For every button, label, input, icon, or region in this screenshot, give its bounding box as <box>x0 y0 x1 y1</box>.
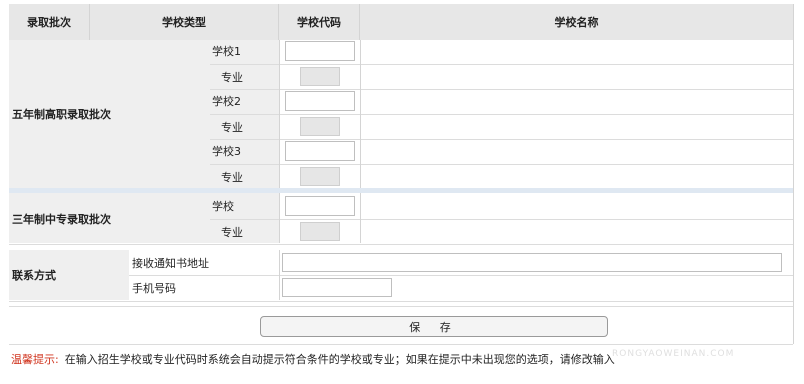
watermark-sub: RONGYAOWEINAN.COM <box>612 349 735 359</box>
header-type: 学校类型 <box>90 4 279 40</box>
type-school-3: 学校3 <box>212 145 241 158</box>
major-1-code-input[interactable] <box>300 67 340 86</box>
header-type-label: 学校类型 <box>162 16 206 29</box>
row-divider <box>210 114 793 115</box>
table-right-border <box>793 4 794 344</box>
row-divider <box>9 306 793 307</box>
header-batch-label: 录取批次 <box>27 16 71 29</box>
row-divider <box>210 139 793 140</box>
tip-label: 温馨提示: <box>11 353 59 366</box>
header-code: 学校代码 <box>279 4 360 40</box>
column-divider <box>360 40 361 188</box>
major-3-code-input[interactable] <box>300 167 340 186</box>
type-major-3: 专业 <box>221 171 243 184</box>
row-divider <box>9 301 793 302</box>
three-year-batch-label: 三年制中专录取批次 <box>12 213 111 226</box>
school-1-code-input[interactable] <box>285 41 355 61</box>
save-button[interactable]: 保 存 <box>260 316 608 337</box>
major-2-code-input[interactable] <box>300 117 340 136</box>
column-divider <box>279 193 280 243</box>
header-batch: 录取批次 <box>9 4 90 40</box>
watermark-logo: 荣耀渭南网 RONGYAOWEINAN.COM <box>612 312 762 359</box>
school-3-code-input[interactable] <box>285 141 355 161</box>
type-major: 专业 <box>221 226 243 239</box>
column-divider <box>360 193 361 243</box>
header-name-label: 学校名称 <box>554 16 599 29</box>
major-code-input[interactable] <box>300 222 340 241</box>
phone-input[interactable] <box>282 278 392 297</box>
tip-text: 在输入招生学校或专业代码时系统会自动提示符合条件的学校或专业；如果在提示中未出现… <box>64 353 615 366</box>
column-divider <box>279 250 280 300</box>
header-code-label: 学校代码 <box>297 16 341 29</box>
row-divider <box>210 89 793 90</box>
row-divider <box>210 164 793 165</box>
five-year-batch-label: 五年制高职录取批次 <box>12 108 111 121</box>
row-divider <box>9 244 793 245</box>
address-input[interactable] <box>282 253 782 272</box>
row-divider <box>210 219 793 220</box>
address-label: 接收通知书地址 <box>132 257 209 270</box>
contact-label: 联系方式 <box>12 269 56 282</box>
header-name: 学校名称 <box>360 4 793 40</box>
school-code-input[interactable] <box>285 196 355 216</box>
type-school-2: 学校2 <box>212 95 241 108</box>
phone-label: 手机号码 <box>132 282 176 295</box>
watermark-main: 荣耀渭南网 <box>612 318 753 348</box>
row-divider <box>210 64 793 65</box>
tip: 温馨提示: 在输入招生学校或专业代码时系统会自动提示符合条件的学校或专业；如果在… <box>11 350 615 368</box>
type-major-1: 专业 <box>221 71 243 84</box>
row-divider <box>129 275 793 276</box>
type-major-2: 专业 <box>221 121 243 134</box>
type-school: 学校 <box>212 200 234 213</box>
column-divider <box>279 40 280 188</box>
type-school-1: 学校1 <box>212 45 241 58</box>
school-2-code-input[interactable] <box>285 91 355 111</box>
